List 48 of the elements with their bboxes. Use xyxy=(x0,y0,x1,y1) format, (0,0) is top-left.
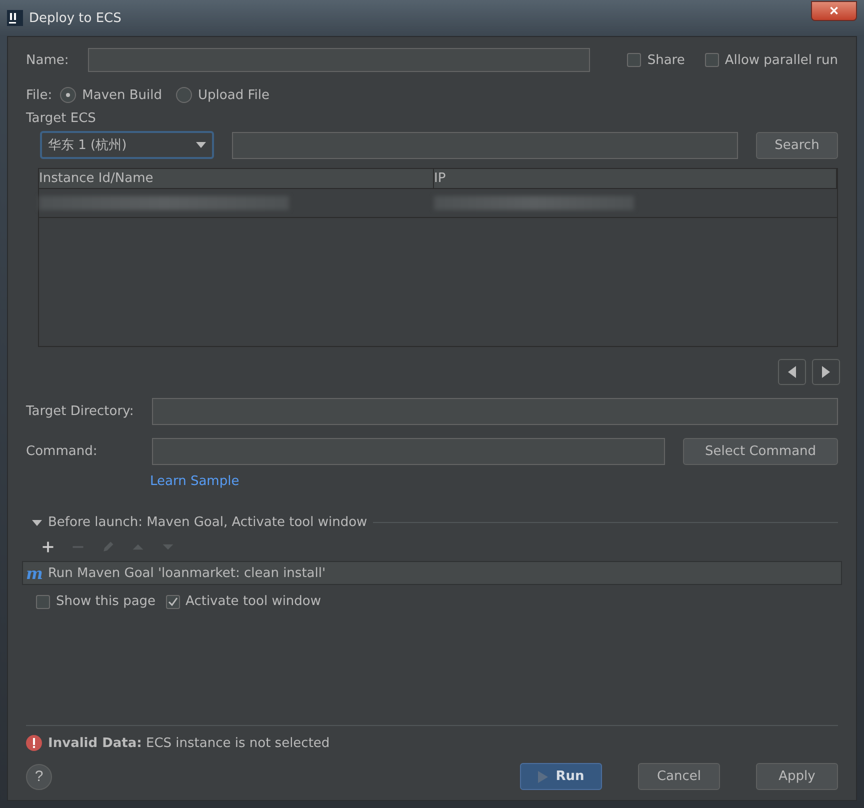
task-label: Run Maven Goal 'loanmarket: clean install' xyxy=(48,566,326,580)
section-label: Target ECS xyxy=(26,111,97,126)
close-button[interactable]: ✕ xyxy=(811,1,857,21)
dialog-button[interactable]: Cancel xyxy=(638,763,720,790)
window-title: Deploy to ECS xyxy=(29,10,122,26)
checkbox[interactable] xyxy=(704,53,719,67)
option-label: Activate tool window xyxy=(186,594,322,609)
name-field[interactable] xyxy=(88,48,590,72)
radio-button[interactable] xyxy=(176,87,192,103)
option-label: Share xyxy=(647,52,685,68)
error-icon xyxy=(26,735,42,751)
radio-label: Upload File xyxy=(198,88,270,102)
next-button[interactable] xyxy=(812,359,840,385)
previous-button[interactable] xyxy=(778,359,806,385)
section-title: Before launch: Maven Goal, Activate tool window xyxy=(48,515,368,530)
checkbox[interactable] xyxy=(166,594,180,608)
column-header: Instance Id/Name xyxy=(39,169,434,188)
collapse-triangle-icon[interactable] xyxy=(32,518,42,528)
left-triangle-icon xyxy=(788,366,796,378)
radio-label: Maven Build xyxy=(82,88,162,102)
checkbox[interactable] xyxy=(627,53,642,67)
search-field[interactable] xyxy=(232,132,738,158)
play-icon xyxy=(538,770,548,782)
caret-icon xyxy=(196,142,206,148)
option-label: Show this page xyxy=(56,594,156,609)
column-header: IP xyxy=(434,169,837,188)
radio-button[interactable] xyxy=(60,87,76,103)
field-label: Target Directory: xyxy=(26,404,135,419)
maven-icon: m xyxy=(26,564,43,582)
target-directory-field[interactable] xyxy=(152,398,838,425)
app-logo-icon xyxy=(7,10,23,26)
region-dropdown[interactable]: 华东 1 (杭州) xyxy=(40,131,214,159)
learn-sample-link[interactable]: Learn Sample xyxy=(150,474,240,489)
search-button[interactable]: Search xyxy=(756,132,838,158)
validation-message: Invalid Data: ECS instance is not selected xyxy=(48,736,330,750)
select-command-button[interactable]: Select Command xyxy=(683,438,838,465)
checkbox[interactable] xyxy=(36,594,50,608)
task-row[interactable]: m Run Maven Goal 'loanmarket: clean install' xyxy=(22,561,842,585)
right-triangle-icon xyxy=(822,366,830,378)
add-icon[interactable] xyxy=(40,539,56,555)
command-field[interactable] xyxy=(152,438,665,465)
name-label: Name: xyxy=(26,52,70,68)
file-label: File: xyxy=(26,88,52,102)
dialog-button[interactable]: Run xyxy=(520,763,602,790)
dialog-button[interactable]: Apply xyxy=(756,763,838,790)
option-label: Allow parallel run xyxy=(724,52,838,68)
field-label: Command: xyxy=(26,444,98,459)
help-button[interactable]: ? xyxy=(26,764,52,790)
